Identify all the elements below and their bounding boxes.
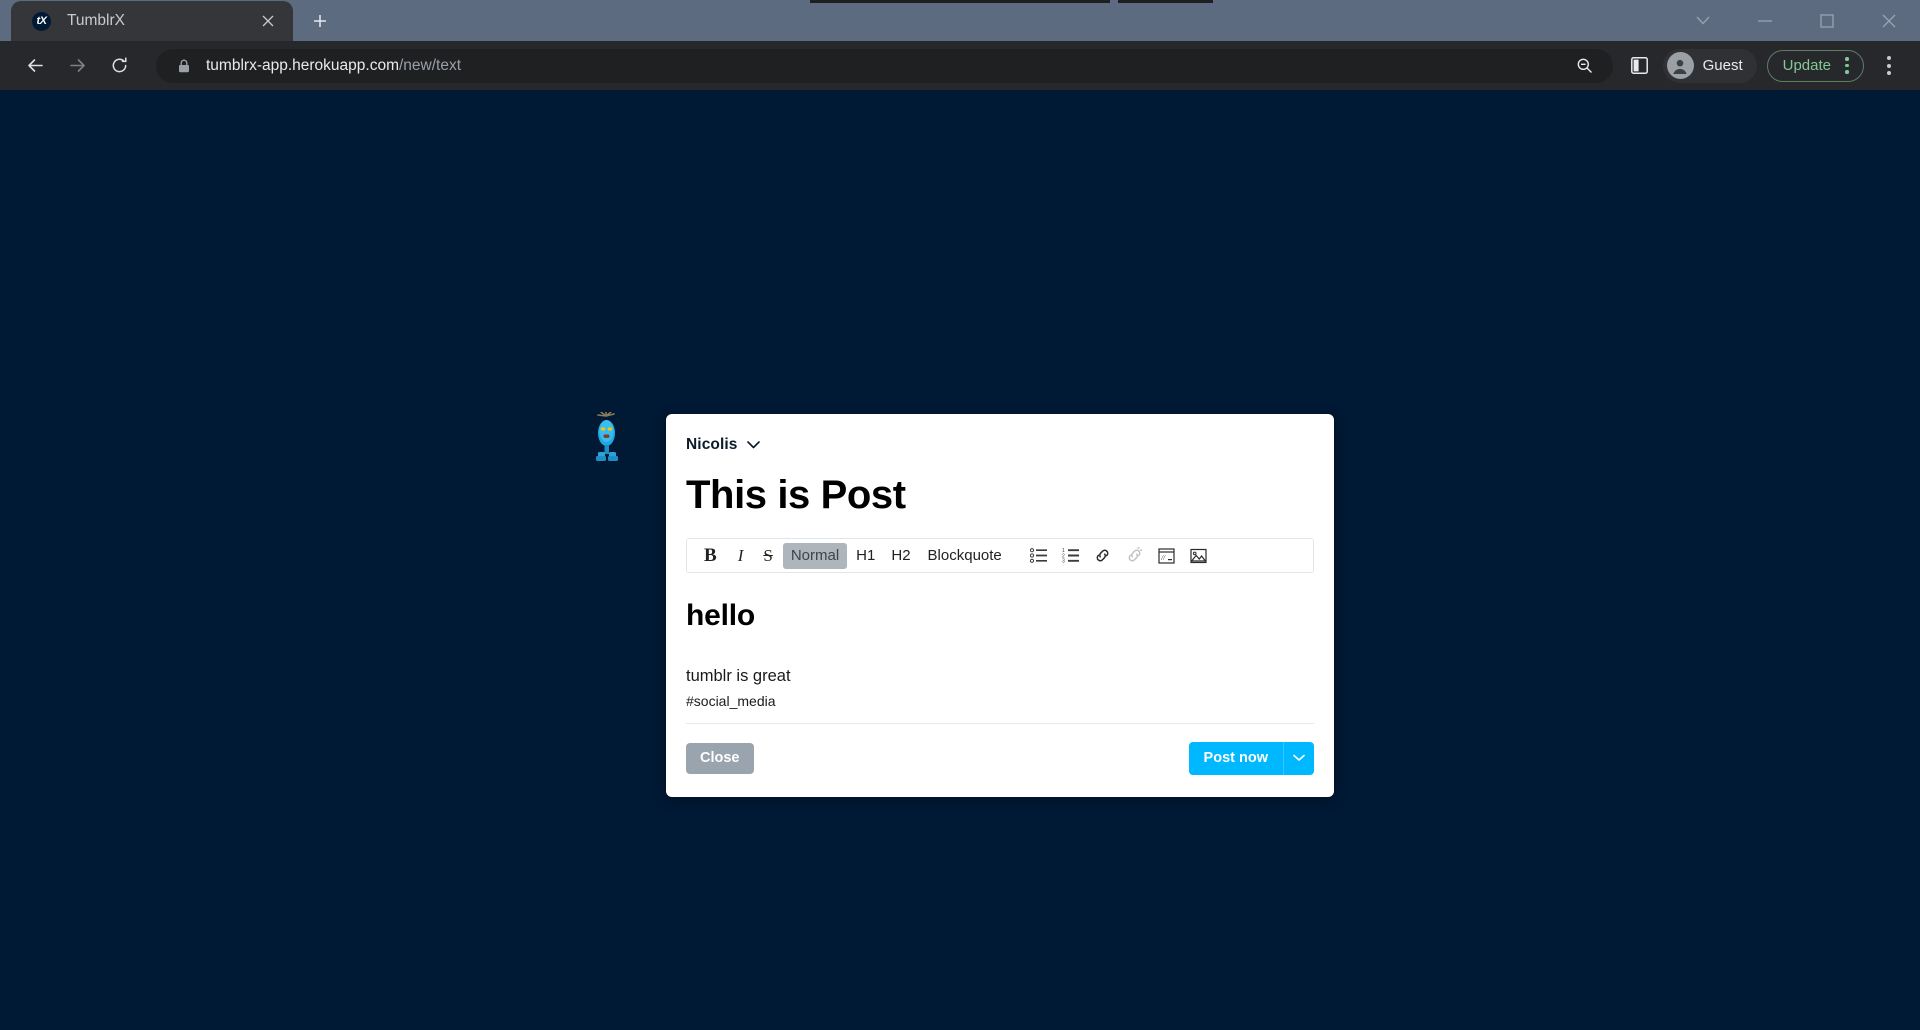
numbered-list-icon[interactable]: 1 2 3 [1056, 543, 1086, 569]
tab-strip: tX TumblrX [0, 0, 1920, 41]
rich-text-editor-toolbar: B I S Normal H1 H2 Blockquote 1 2 3 // [686, 538, 1314, 573]
post-button-group: Post now [1188, 742, 1314, 775]
normal-style-button[interactable]: Normal [782, 542, 848, 569]
blue-alien-mascot-avatar [592, 410, 622, 466]
address-bar-url: tumblrx-app.herokuapp.com/new/text [206, 57, 1569, 75]
post-now-button[interactable]: Post now [1188, 742, 1283, 775]
tag-value: #social_media [686, 693, 776, 709]
chevron-down-icon[interactable] [746, 441, 760, 449]
post-body-heading: hello [686, 599, 756, 632]
modal-footer: Close Post now [686, 724, 1314, 797]
profile-name: Guest [1702, 57, 1743, 74]
lock-icon [174, 56, 194, 76]
side-panel-icon[interactable] [1621, 47, 1659, 85]
page-viewport: Nicolis This is Post B I S Normal H1 H2 … [0, 90, 1920, 1030]
strikethrough-button[interactable]: S [755, 543, 780, 569]
window-drag-strip [810, 0, 1110, 3]
update-button[interactable]: Update [1766, 49, 1864, 82]
embed-code-icon[interactable]: // [1152, 543, 1182, 569]
blog-name: Nicolis [686, 436, 738, 453]
insert-image-icon[interactable] [1184, 543, 1214, 569]
tags-input[interactable]: #social_media [686, 693, 1314, 724]
window-controls [1672, 0, 1920, 41]
toolbar-right-actions: Guest Update [1621, 47, 1906, 85]
three-dots-vertical-icon[interactable] [1872, 47, 1906, 85]
favicon-text: tX [36, 14, 48, 27]
post-options-chevron-down-icon[interactable] [1283, 742, 1314, 775]
tab-title: TumblrX [67, 12, 125, 29]
link-icon[interactable] [1088, 543, 1118, 569]
minimize-icon[interactable] [1734, 0, 1796, 41]
blog-selector[interactable]: Nicolis [686, 436, 1314, 454]
forward-arrow-icon[interactable] [56, 45, 98, 87]
url-host: tumblrx-app.herokuapp.com [206, 56, 399, 74]
update-label: Update [1782, 57, 1831, 74]
zoom-out-icon[interactable] [1569, 50, 1601, 82]
heading2-button[interactable]: H2 [884, 543, 917, 569]
italic-button[interactable]: I [728, 543, 754, 569]
chevron-down-icon[interactable] [1672, 0, 1734, 41]
reload-icon[interactable] [98, 45, 140, 87]
unlink-icon[interactable] [1120, 543, 1150, 569]
bulleted-list-icon[interactable] [1024, 543, 1054, 569]
new-tab-button[interactable] [303, 4, 337, 38]
bold-button[interactable]: B [695, 543, 726, 569]
person-avatar-icon [1666, 52, 1694, 79]
close-tab-icon[interactable] [255, 8, 281, 34]
maximize-icon[interactable] [1796, 0, 1858, 41]
tumblrx-favicon: tX [32, 11, 51, 31]
post-body-paragraph: tumblr is great [686, 667, 791, 685]
browser-tab-tumblrx[interactable]: tX TumblrX [11, 1, 293, 41]
url-path: /new/text [399, 56, 462, 74]
new-post-modal: Nicolis This is Post B I S Normal H1 H2 … [666, 414, 1334, 797]
window-drag-strip-2 [1118, 0, 1213, 3]
address-bar[interactable]: tumblrx-app.herokuapp.com/new/text [156, 48, 1613, 83]
svg-text://: // [1160, 554, 1166, 562]
three-dots-icon[interactable] [1837, 53, 1857, 79]
post-title-input[interactable]: This is Post [686, 474, 1314, 516]
profile-button[interactable]: Guest [1662, 48, 1757, 83]
browser-toolbar: tumblrx-app.herokuapp.com/new/text Guest… [0, 41, 1920, 90]
svg-text:3: 3 [1062, 559, 1065, 563]
close-button[interactable]: Close [686, 743, 754, 774]
blockquote-button[interactable]: Blockquote [920, 543, 1010, 569]
browser-window: tX TumblrX tumblrx-app.herokuapp.com/new… [0, 0, 1920, 1030]
heading1-button[interactable]: H1 [849, 543, 882, 569]
back-arrow-icon[interactable] [14, 45, 56, 87]
close-icon[interactable] [1858, 0, 1920, 41]
post-body-editor[interactable]: hello tumblr is great [686, 573, 1314, 693]
